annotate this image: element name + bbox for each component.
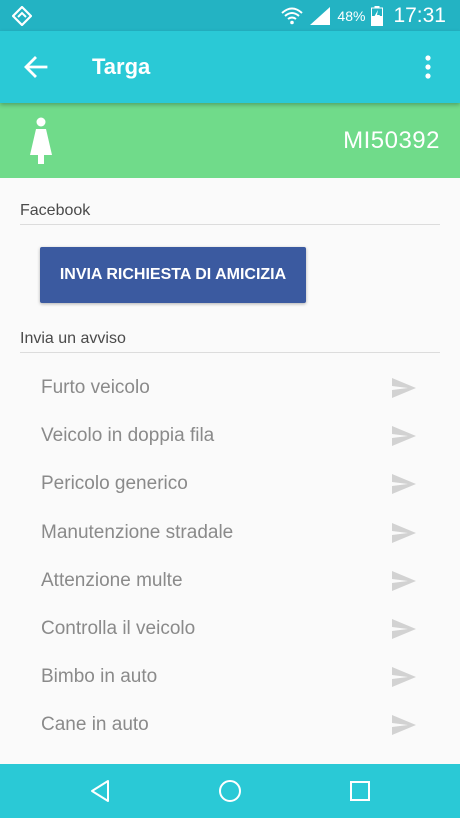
status-bar: 48% 17:31 [0,0,460,31]
nav-home-icon[interactable] [216,777,244,805]
person-icon [30,117,52,164]
alert-item-pericolo-generico[interactable]: Pericolo generico [0,460,460,508]
send-icon[interactable] [392,570,416,591]
nav-recents-icon[interactable] [346,777,374,805]
alert-item-label: Cane in auto [41,714,149,736]
wifi-icon [281,7,304,24]
alert-item-label: Pericolo generico [41,473,188,495]
alert-list: Furto veicolo Veicolo in doppia fila Per… [0,364,460,750]
system-nav-bar [0,764,460,818]
send-icon[interactable] [392,378,416,398]
send-icon[interactable] [392,522,416,543]
alert-item-bimbo-in-auto[interactable]: Bimbo in auto [0,653,460,701]
alert-item-label: Controlla il veicolo [41,617,196,639]
page-title: Targa [92,54,151,79]
arrow-left-icon[interactable] [22,53,50,81]
send-icon[interactable] [392,715,416,736]
alert-item-label: Furto veicolo [41,377,150,398]
battery-charging-icon [371,5,384,26]
alerts-section-header: Invia un avviso [20,330,440,353]
send-icon[interactable] [392,618,416,639]
alert-item-label: Attenzione multe [41,569,183,591]
send-icon[interactable] [392,474,416,495]
plate-banner: MI50392 [0,103,460,178]
license-plate: MI50392 [343,127,440,154]
alert-item-label: Bimbo in auto [41,666,158,688]
more-vert-icon[interactable] [414,53,442,81]
alert-item-controlla-veicolo[interactable]: Controlla il veicolo [0,605,460,653]
app-notification-icon [12,6,32,26]
alert-item-label: Manutenzione stradale [41,521,234,543]
send-icon[interactable] [392,426,416,447]
alert-item-veicolo-doppia-fila[interactable]: Veicolo in doppia fila [0,412,460,460]
alert-item-label: Veicolo in doppia fila [41,425,215,447]
signal-icon [310,6,331,25]
alert-item-attenzione-multe[interactable]: Attenzione multe [0,557,460,605]
battery-percent: 48% [337,7,366,24]
app-bar: Targa [0,31,460,103]
send-friend-request-button[interactable]: INVIA RICHIESTA DI AMICIZIA [40,247,306,303]
alert-item-manutenzione-stradale[interactable]: Manutenzione stradale [0,509,460,557]
clock: 17:31 [393,3,446,27]
alert-item-cane-in-auto[interactable]: Cane in auto [0,701,460,749]
facebook-section-header: Facebook [20,202,440,225]
nav-back-icon[interactable] [86,777,114,805]
alert-item-furto-veicolo[interactable]: Furto veicolo [0,364,460,412]
send-icon[interactable] [392,667,416,688]
